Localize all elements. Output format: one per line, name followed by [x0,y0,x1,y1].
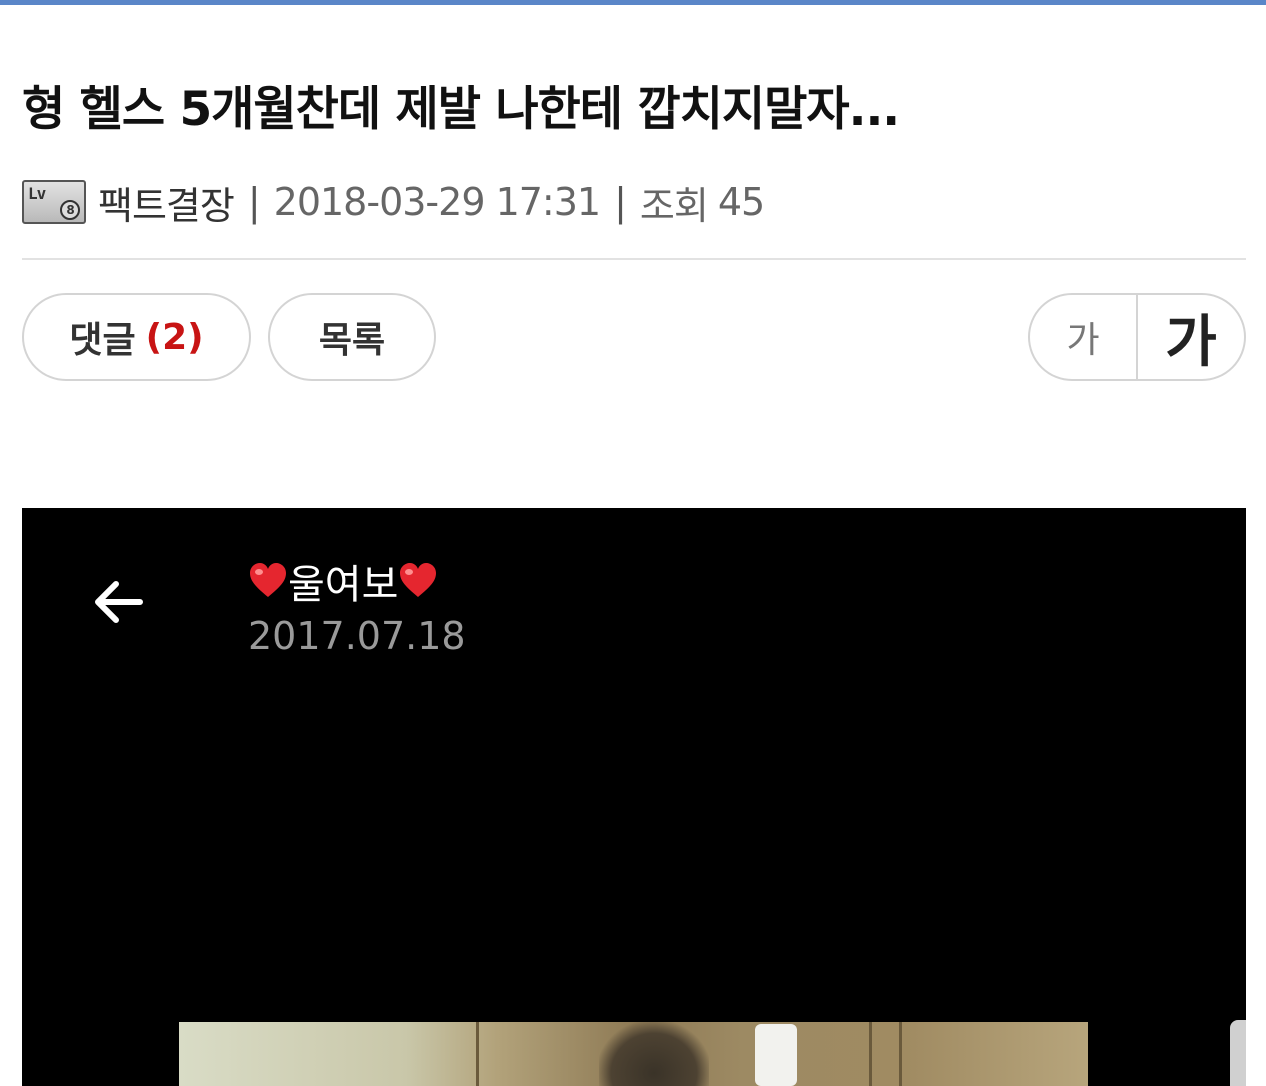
embedded-title-text: 울여보 [288,562,399,608]
comments-button[interactable]: 댓글 (2) [22,293,251,381]
comments-count: (2) [145,316,204,358]
embedded-image: 울여보 2017.07.18 [22,508,1246,1086]
photo-thumbnail [179,1022,1088,1086]
comments-label: 댓글 [69,320,136,361]
list-label: 목록 [318,320,386,361]
font-size-toggle: 가 가 [1028,293,1246,381]
arrow-left-icon [95,581,143,623]
views-label: 조회 [639,183,709,228]
meta-separator: | [247,180,261,224]
photo-detail [476,1022,479,1086]
author-name[interactable]: 팩트결장 [98,175,235,230]
views-count: 45 [717,180,765,224]
embedded-title: 울여보 [248,552,438,610]
meta-divider [22,258,1246,260]
heart-icon [400,563,437,597]
font-large-button[interactable]: 가 [1138,295,1244,379]
photo-detail [869,1022,872,1086]
heart-icon [250,563,286,597]
embedded-date: 2017.07.18 [248,614,466,658]
photo-detail [899,1022,902,1086]
post-title: 형 헬스 5개월찬데 제발 나한테 깝치지말자... [22,82,900,137]
post-datetime: 2018-03-29 17:31 [273,180,601,224]
next-image-edge [1230,1020,1246,1086]
list-button[interactable]: 목록 [268,293,436,381]
post-meta: Lv 8 팩트결장 | 2018-03-29 17:31 | 조회 45 [22,174,765,230]
meta-separator: | [614,180,627,224]
photo-detail [599,1022,709,1086]
level-badge-icon: Lv 8 [22,180,86,224]
photo-detail [755,1024,797,1086]
top-accent-bar [0,0,1266,5]
font-small-button[interactable]: 가 [1030,295,1138,379]
